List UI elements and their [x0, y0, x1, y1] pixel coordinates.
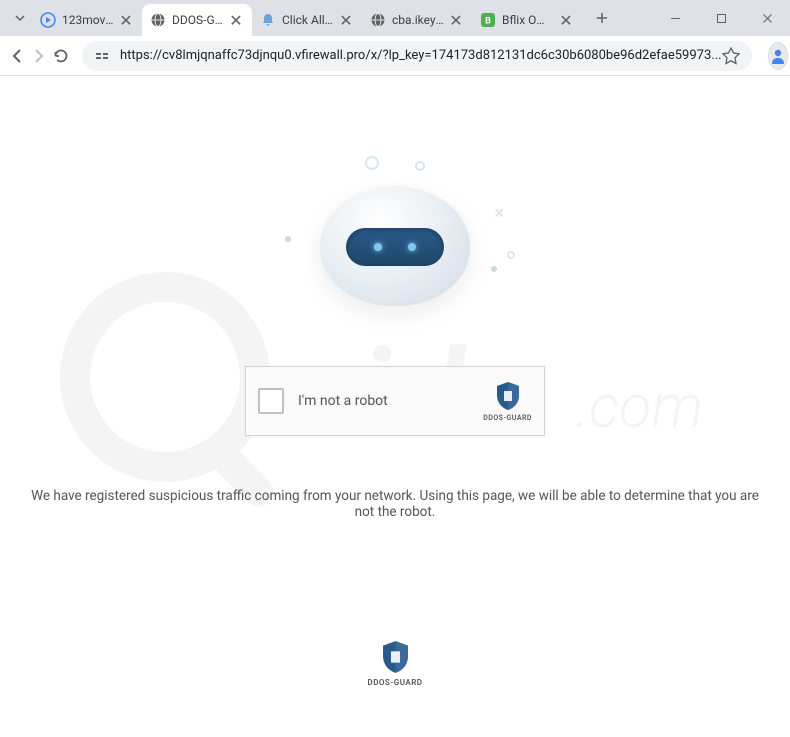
browser-chrome: 123movies ✕ DDOS-GUARD ✕ Click Allow ✕ c… [0, 0, 790, 76]
bookmark-star-icon[interactable] [722, 47, 740, 65]
new-tab-button[interactable] [588, 4, 616, 32]
tab-title: 123movies [62, 13, 114, 27]
brand-label: DDOS-GUARD [483, 414, 532, 422]
tab-title: cba.ikeyma [392, 13, 444, 27]
footer-logo: DDOS-GUARD [367, 640, 422, 687]
captcha-label: I'm not a robot [298, 393, 483, 409]
close-icon[interactable]: ✕ [448, 12, 464, 28]
captcha-checkbox[interactable] [258, 388, 284, 414]
captcha-widget: I'm not a robot DDOS-GUARD [245, 366, 545, 436]
profile-button[interactable] [768, 42, 788, 70]
brand-label: DDOS-GUARD [367, 678, 422, 687]
address-bar[interactable]: https://cv8lmjqnaffc73djnqu0.vfirewall.p… [82, 41, 752, 71]
tab-click-allow[interactable]: Click Allow ✕ [252, 4, 362, 36]
shield-icon [495, 381, 521, 411]
tab-cba-ikeyma[interactable]: cba.ikeyma ✕ [362, 4, 472, 36]
reload-button[interactable] [52, 40, 70, 72]
url-text: https://cv8lmjqnaffc73djnqu0.vfirewall.p… [120, 48, 722, 63]
close-icon[interactable]: ✕ [118, 12, 134, 28]
back-button[interactable] [8, 40, 26, 72]
tab-ddos-guard[interactable]: DDOS-GUARD ✕ [142, 4, 252, 36]
toolbar: https://cv8lmjqnaffc73djnqu0.vfirewall.p… [0, 36, 790, 76]
forward-button[interactable] [30, 40, 48, 72]
close-window-button[interactable] [744, 3, 790, 33]
svg-text:.com: .com [575, 371, 703, 442]
tab-123movies[interactable]: 123movies ✕ [32, 4, 142, 36]
robot-illustration: ✕ [245, 156, 545, 356]
suspicious-traffic-message: We have registered suspicious traffic co… [0, 488, 790, 520]
site-settings-icon[interactable] [94, 48, 110, 64]
shield-icon [380, 640, 410, 674]
captcha-brand-logo: DDOS-GUARD [483, 381, 532, 422]
page-content: risk .com ✕ I'm not a robot DDOS-GUARD W… [0, 76, 790, 737]
play-icon [40, 12, 56, 28]
close-icon[interactable]: ✕ [558, 12, 574, 28]
tab-bar: 123movies ✕ DDOS-GUARD ✕ Click Allow ✕ c… [0, 0, 790, 36]
bell-icon [260, 12, 276, 28]
maximize-button[interactable] [698, 3, 744, 33]
close-icon[interactable]: ✕ [338, 12, 354, 28]
close-icon[interactable]: ✕ [228, 12, 244, 28]
tab-title: DDOS-GUARD [172, 13, 224, 27]
svg-text:B: B [485, 17, 491, 27]
globe-icon [150, 12, 166, 28]
window-controls [652, 0, 790, 36]
tab-title: Click Allow [282, 13, 334, 27]
tab-bflix[interactable]: B Bflix Official ✕ [472, 4, 582, 36]
minimize-button[interactable] [652, 3, 698, 33]
globe-icon [370, 12, 386, 28]
tab-title: Bflix Official [502, 13, 554, 27]
bflix-icon: B [480, 12, 496, 28]
tab-search-dropdown[interactable] [8, 6, 32, 30]
